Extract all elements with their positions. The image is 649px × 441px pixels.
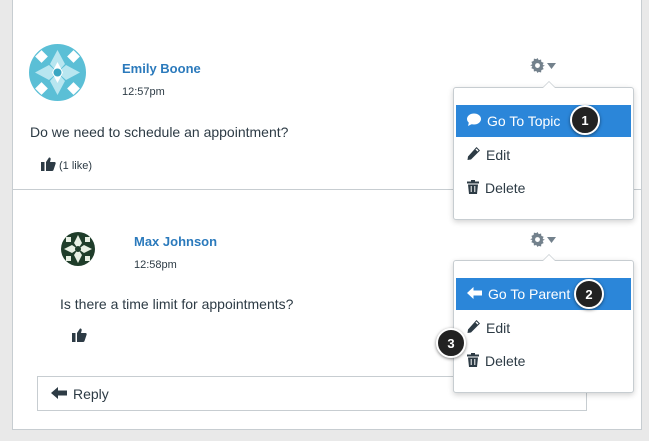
entry-settings-button[interactable] — [530, 58, 556, 73]
trash-icon — [467, 352, 479, 370]
menu-item-go-to-parent[interactable]: Go To Parent — [456, 278, 631, 310]
callout-marker: 1 — [570, 105, 600, 135]
menu-item-label: Edit — [486, 147, 511, 163]
menu-item-label: Go To Topic — [487, 113, 561, 129]
entry-settings-menu: Go To Parent Edit Delete — [453, 254, 634, 393]
post-message: Is there a time limit for appointments? — [60, 296, 294, 312]
callout-marker: 3 — [436, 328, 466, 358]
arrow-left-icon — [467, 286, 482, 302]
thumbs-up-icon[interactable] — [41, 157, 56, 174]
pencil-icon — [467, 147, 480, 163]
menu-item-label: Go To Parent — [488, 286, 571, 302]
thumbs-up-icon[interactable] — [72, 328, 87, 345]
menu-item-label: Delete — [485, 180, 526, 196]
avatar[interactable] — [29, 44, 86, 101]
author-name[interactable]: Emily Boone — [122, 61, 201, 76]
menu-item-delete[interactable]: Delete — [456, 172, 631, 204]
author-name[interactable]: Max Johnson — [134, 234, 217, 249]
gear-icon — [530, 232, 545, 247]
menu-item-delete[interactable]: Delete — [456, 345, 631, 377]
trash-icon — [467, 179, 479, 197]
menu-item-edit[interactable]: Edit — [456, 139, 631, 171]
menu-item-label: Delete — [485, 353, 526, 369]
avatar[interactable] — [61, 232, 95, 266]
entry-settings-button[interactable] — [530, 232, 556, 247]
reply-label: Reply — [73, 385, 109, 402]
post-message: Do we need to schedule an appointment? — [30, 124, 289, 140]
post-timestamp: 12:57pm — [122, 86, 165, 98]
chevron-down-icon — [547, 236, 556, 243]
reply-arrow-icon — [51, 386, 67, 402]
gear-icon — [530, 58, 545, 73]
entry-settings-menu: Go To Topic Edit Delete — [453, 81, 634, 220]
menu-item-edit[interactable]: Edit — [456, 312, 631, 344]
menu-item-go-to-topic[interactable]: Go To Topic — [456, 105, 631, 137]
like-control[interactable]: (1 like) — [41, 157, 92, 174]
chat-bubble-icon — [467, 113, 481, 129]
chevron-down-icon — [547, 62, 556, 69]
pencil-icon — [467, 320, 480, 336]
like-count: (1 like) — [59, 159, 93, 172]
post-timestamp: 12:58pm — [134, 259, 177, 271]
callout-marker: 2 — [574, 279, 604, 309]
like-control[interactable] — [72, 328, 87, 345]
menu-item-label: Edit — [486, 320, 511, 336]
